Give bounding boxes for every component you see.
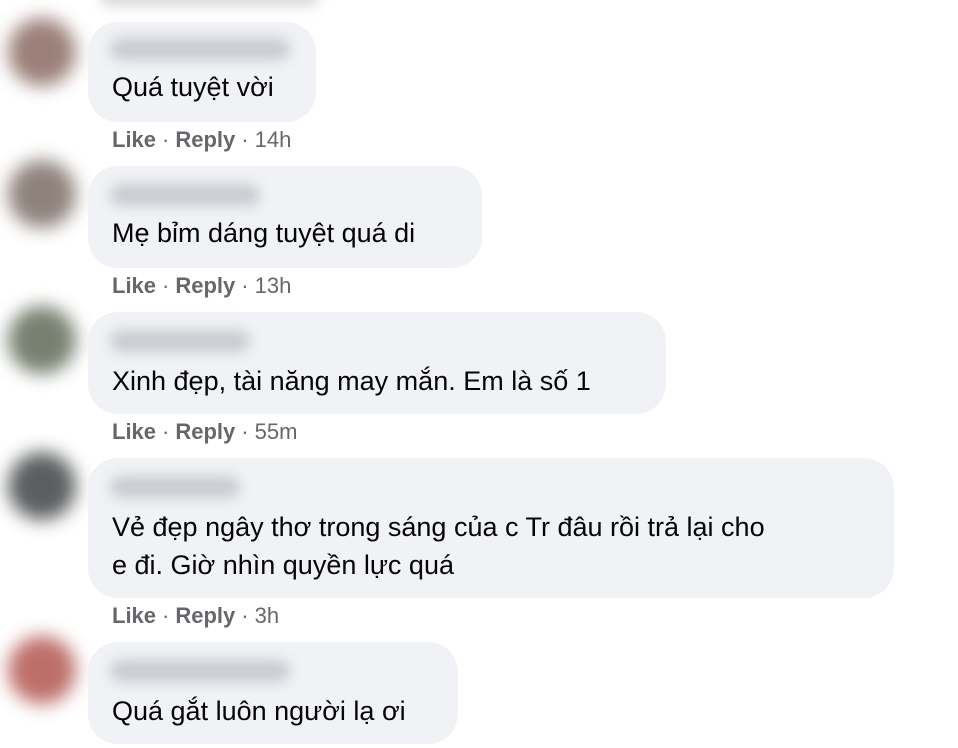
separator: · (162, 273, 170, 298)
comment-actions: Like · Reply · 55m (112, 419, 297, 445)
comment-actions: Like · Reply · 3h (112, 603, 279, 629)
author-name-blurred[interactable] (110, 330, 250, 352)
avatar[interactable] (8, 636, 76, 704)
like-link[interactable]: Like (112, 419, 156, 444)
comment-text-line-1: Vẻ đẹp ngây thơ trong sáng của c Tr đâu … (112, 512, 765, 542)
timestamp[interactable]: 13h (255, 273, 292, 298)
reply-link[interactable]: Reply (175, 273, 235, 298)
separator: · (162, 127, 170, 152)
separator: · (241, 273, 249, 298)
comment-text: Quá gắt luôn người lạ ơi (112, 696, 406, 726)
avatar[interactable] (8, 306, 76, 374)
comment-bubble: Vẻ đẹp ngây thơ trong sáng của c Tr đâu … (88, 458, 894, 598)
comment-bubble: Mẹ bỉm dáng tuyệt quá di (88, 166, 482, 268)
comment-bubble: Quá tuyệt vời (88, 22, 316, 122)
author-name-blurred[interactable] (110, 476, 240, 498)
like-link[interactable]: Like (112, 603, 156, 628)
separator: · (162, 419, 170, 444)
like-link[interactable]: Like (112, 127, 156, 152)
top-partial-name (100, 0, 320, 6)
comment-bubble: Quá gắt luôn người lạ ơi (88, 642, 458, 744)
reply-link[interactable]: Reply (175, 603, 235, 628)
separator: · (241, 127, 249, 152)
timestamp[interactable]: 3h (255, 603, 279, 628)
separator: · (241, 419, 249, 444)
separator: · (162, 603, 170, 628)
timestamp[interactable]: 14h (255, 127, 292, 152)
author-name-blurred[interactable] (110, 660, 290, 682)
like-link[interactable]: Like (112, 273, 156, 298)
comment-text: Quá tuyệt vời (112, 72, 274, 102)
reply-link[interactable]: Reply (175, 419, 235, 444)
comment-actions: Like · Reply · 13h (112, 273, 291, 299)
comment-text: Xinh đẹp, tài năng may mắn. Em là số 1 (112, 366, 591, 396)
comment-text: Mẹ bỉm dáng tuyệt quá di (112, 218, 416, 248)
author-name-blurred[interactable] (110, 184, 260, 206)
author-name-blurred[interactable] (110, 38, 290, 60)
comment-bubble: Xinh đẹp, tài năng may mắn. Em là số 1 (88, 312, 666, 414)
timestamp[interactable]: 55m (255, 419, 298, 444)
avatar[interactable] (8, 452, 76, 520)
avatar[interactable] (8, 160, 76, 228)
reply-link[interactable]: Reply (175, 127, 235, 152)
separator: · (241, 603, 249, 628)
comment-actions: Like · Reply · 14h (112, 127, 291, 153)
comment-text-line-2: e đi. Giờ nhìn quyền lực quá (112, 550, 454, 580)
avatar[interactable] (8, 18, 76, 86)
